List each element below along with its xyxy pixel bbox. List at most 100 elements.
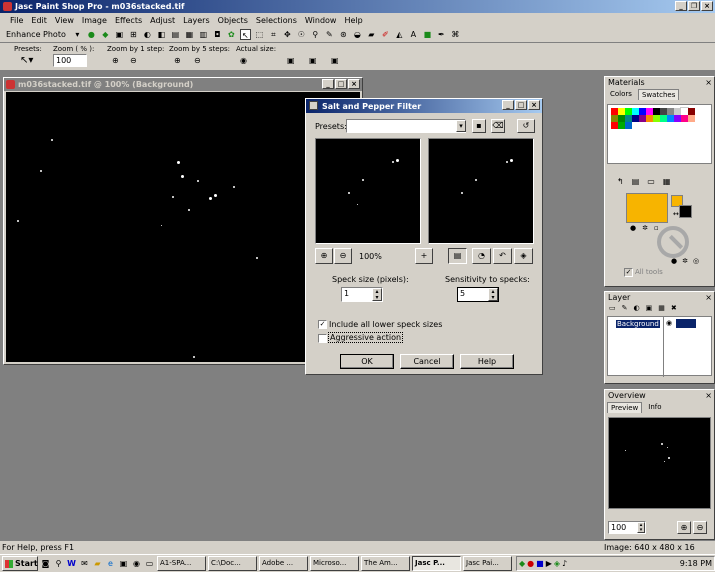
scratch-icon[interactable]: ◒ [352, 29, 363, 40]
crop-tool-icon[interactable]: ⌗ [268, 29, 279, 40]
foreground-color-swatch[interactable] [626, 193, 668, 223]
bg-solid-icon[interactable]: ● [671, 257, 677, 265]
tray-network-icon[interactable]: ◆ [519, 559, 525, 568]
tab-preview[interactable]: Preview [607, 402, 643, 413]
minimize-button[interactable]: _ [675, 1, 687, 11]
crop-icon[interactable]: ⊞ [128, 29, 139, 40]
eraser-icon[interactable]: ▰ [366, 29, 377, 40]
menu-adjust[interactable]: Adjust [150, 16, 175, 25]
proof-icon[interactable]: ▤ [448, 248, 467, 264]
fit-image-icon[interactable]: ▣ [309, 56, 317, 65]
menu-layers[interactable]: Layers [183, 16, 209, 25]
adjust-layer-icon[interactable]: ◐ [634, 304, 640, 314]
dialog-minimize-button[interactable]: _ [502, 100, 514, 110]
visibility-eye-icon[interactable]: ◉ [666, 319, 672, 327]
start-button[interactable]: Start [2, 556, 38, 571]
tray-play-icon[interactable]: ▶ [546, 559, 552, 568]
text-icon[interactable]: A [408, 29, 419, 40]
fg-solid-icon[interactable]: ● [630, 224, 636, 234]
quicklaunch-folder-icon[interactable]: ▰ [92, 558, 103, 569]
chevron-down-icon[interactable]: ▾ [72, 29, 83, 40]
menu-objects[interactable]: Objects [218, 16, 248, 25]
new-vector-layer-icon[interactable]: ✎ [622, 304, 628, 314]
move-icon[interactable]: ✥ [282, 29, 293, 40]
menu-selections[interactable]: Selections [256, 16, 297, 25]
swap-colors-icon[interactable]: ↔ [673, 210, 679, 218]
menu-help[interactable]: Help [344, 16, 362, 25]
task-microsoft[interactable]: Microso... [310, 556, 359, 571]
zoom-out-icon[interactable]: ⊖ [334, 248, 352, 264]
layer-opacity-bar[interactable] [676, 319, 696, 328]
zoom-in-1-icon[interactable]: ⊕ [112, 56, 119, 65]
cancel-button[interactable]: Cancel [400, 354, 454, 369]
tray-shield-icon[interactable]: ◈ [554, 559, 560, 568]
dialog-close-button[interactable]: × [528, 100, 540, 110]
dialog-presets-select[interactable] [346, 119, 466, 133]
swatch-view-icon[interactable]: ▤ [632, 177, 640, 189]
overview-close-icon[interactable]: × [705, 390, 712, 402]
clone-icon[interactable]: ⊛ [338, 29, 349, 40]
doc-maximize-button[interactable]: □ [335, 79, 347, 89]
task-c-doc[interactable]: C:\Doc... [208, 556, 257, 571]
grid-icon[interactable]: ▦ [184, 29, 195, 40]
tab-swatches[interactable]: Swatches [637, 89, 680, 100]
pen-icon[interactable]: ✒ [436, 29, 447, 40]
menu-edit[interactable]: Edit [31, 16, 47, 25]
warp-icon[interactable]: ⌘ [450, 29, 461, 40]
overview-zoom-in-icon[interactable]: ⊕ [677, 521, 691, 534]
overview-zoom-spinner[interactable]: ▴ ▾ [637, 522, 645, 533]
dialog-maximize-button[interactable]: □ [515, 100, 527, 110]
shape-icon[interactable]: ■ [422, 29, 433, 40]
close-button[interactable]: × [701, 1, 713, 11]
quicklaunch-desktop-icon[interactable]: ▭ [144, 558, 155, 569]
tab-info[interactable]: Info [645, 402, 664, 413]
overview-zoom-out-icon[interactable]: ⊖ [693, 521, 707, 534]
fit-window-icon[interactable]: ▣ [287, 56, 295, 65]
lasso-icon[interactable]: ☉ [296, 29, 307, 40]
clarify-icon[interactable]: ◧ [156, 29, 167, 40]
tray-volume-icon[interactable]: ♪ [562, 559, 567, 568]
reset-icon[interactable]: ↺ [517, 119, 535, 133]
zoom-input[interactable]: 100 [53, 54, 87, 67]
selection-icon[interactable]: ⬚ [254, 29, 265, 40]
quicklaunch-media-icon[interactable]: ◉ [131, 558, 142, 569]
undo-icon[interactable]: ↶ [493, 248, 512, 264]
enhance-photo-button[interactable]: Enhance Photo [3, 30, 69, 39]
doc-close-button[interactable]: × [348, 79, 360, 89]
layer-list[interactable]: Background ◉ [607, 316, 712, 377]
result-preview[interactable] [428, 138, 534, 244]
overview-preview[interactable] [608, 417, 711, 509]
task-the-am[interactable]: The Am... [361, 556, 410, 571]
actual-size-icon[interactable]: ◉ [240, 56, 247, 65]
effects-icon[interactable]: ✿ [226, 29, 237, 40]
quicklaunch-search-icon[interactable]: ⚲ [53, 558, 64, 569]
menu-effects[interactable]: Effects [115, 16, 142, 25]
materials-close-icon[interactable]: × [705, 77, 712, 89]
quicklaunch-explorer-icon[interactable]: ◙ [40, 558, 51, 569]
swatch-edit-icon[interactable]: ▦ [663, 177, 671, 189]
tray-virus-icon[interactable]: ● [527, 559, 534, 568]
restore-button[interactable]: ❐ [688, 1, 700, 11]
quicklaunch-mail-icon[interactable]: ✉ [79, 558, 90, 569]
save-preset-icon[interactable]: ▪ [472, 119, 486, 133]
all-tools-checkbox[interactable]: ✓ [624, 268, 633, 277]
wand-icon[interactable]: ⚲ [310, 29, 321, 40]
bg-none-icon[interactable]: ◎ [693, 257, 699, 265]
delete-preset-icon[interactable]: ⌫ [491, 119, 505, 133]
move-preview-icon[interactable]: + [415, 248, 433, 264]
include-lower-checkbox[interactable]: ✓ [318, 320, 327, 329]
quicklaunch-app-icon[interactable]: ▣ [118, 558, 129, 569]
pointer-icon[interactable]: ↖ [239, 29, 251, 40]
brush-icon[interactable]: ✎ [324, 29, 335, 40]
color-balance-icon[interactable]: ● [86, 29, 97, 40]
tray-app-icon[interactable]: ■ [536, 559, 544, 568]
layer-close-icon[interactable]: × [705, 292, 712, 304]
zoom-in-5-icon[interactable]: ⊕ [174, 56, 181, 65]
task-jasc-pai[interactable]: Jasc Pai... [463, 556, 512, 571]
sensitivity-spinner[interactable]: ▴ ▾ [488, 288, 498, 301]
swatches-grid[interactable] [607, 104, 712, 164]
menu-window[interactable]: Window [305, 16, 337, 25]
cube-icon[interactable]: ◈ [514, 248, 533, 264]
delete-layer-icon[interactable]: ✖ [671, 304, 677, 314]
zoom-tool-icon[interactable]: ↖▾ [20, 55, 33, 66]
